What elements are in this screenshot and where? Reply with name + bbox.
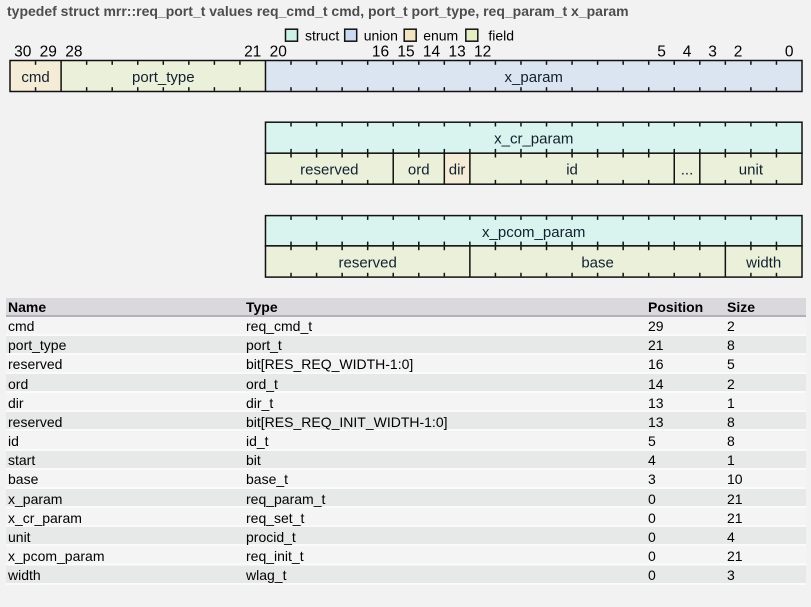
svg-text:union: union <box>364 28 398 44</box>
svg-text:...: ... <box>681 162 694 179</box>
svg-text:port_type: port_type <box>132 69 195 86</box>
svg-text:14: 14 <box>423 44 441 61</box>
svg-text:reserved: reserved <box>339 255 397 272</box>
svg-text:dir: dir <box>449 162 466 179</box>
svg-text:30: 30 <box>14 44 32 61</box>
svg-text:field: field <box>488 28 514 44</box>
svg-text:unit: unit <box>739 162 764 179</box>
svg-text:0: 0 <box>785 44 794 61</box>
svg-text:28: 28 <box>65 44 82 61</box>
svg-text:29: 29 <box>40 44 57 61</box>
svg-text:13: 13 <box>448 44 465 61</box>
svg-text:4: 4 <box>683 44 692 61</box>
svg-text:3: 3 <box>708 44 717 61</box>
svg-text:5: 5 <box>657 44 666 61</box>
svg-text:16: 16 <box>372 44 389 61</box>
svg-text:ord: ord <box>408 162 430 179</box>
svg-text:15: 15 <box>397 44 414 61</box>
svg-text:21: 21 <box>244 44 261 61</box>
svg-text:reserved: reserved <box>300 162 358 179</box>
svg-text:x_cr_param: x_cr_param <box>494 131 573 148</box>
svg-text:20: 20 <box>270 44 288 61</box>
svg-text:id: id <box>566 162 578 179</box>
svg-text:base: base <box>581 255 614 272</box>
svg-text:x_pcom_param: x_pcom_param <box>482 224 585 241</box>
svg-text:x_param: x_param <box>505 69 563 86</box>
svg-text:12: 12 <box>474 44 491 61</box>
svg-text:enum: enum <box>423 28 458 44</box>
svg-text:cmd: cmd <box>21 69 49 86</box>
svg-text:struct: struct <box>305 28 339 44</box>
svg-text:2: 2 <box>734 44 743 61</box>
svg-text:width: width <box>745 255 781 272</box>
